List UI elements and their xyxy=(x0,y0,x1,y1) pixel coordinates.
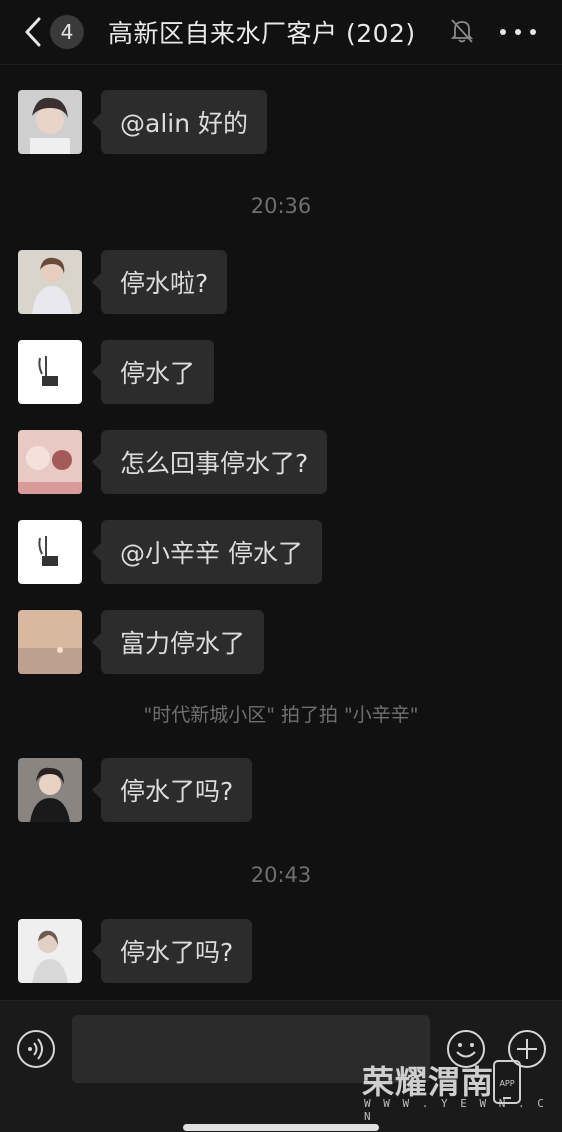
more-icon xyxy=(500,29,506,35)
back-chevron-icon xyxy=(18,12,48,52)
timestamp: 20:43 xyxy=(250,863,312,887)
back-button[interactable]: 4 xyxy=(18,12,88,52)
message-bubble[interactable]: 富力停水了 xyxy=(91,610,265,674)
message-bubble[interactable]: 怎么回事停水了? xyxy=(91,430,328,494)
timestamp: 20:36 xyxy=(250,194,312,218)
avatar[interactable] xyxy=(18,520,82,584)
avatar[interactable] xyxy=(18,610,82,674)
more-icon-dot xyxy=(515,29,521,35)
message-bubble[interactable]: @小辛辛 停水了 xyxy=(92,520,322,584)
message-bubble[interactable]: 停水了 xyxy=(91,340,215,404)
more-icon-dot xyxy=(530,29,536,35)
unread-count-badge: 4 xyxy=(50,15,84,49)
avatar[interactable] xyxy=(18,758,82,822)
voice-icon[interactable] xyxy=(16,1029,56,1073)
avatar[interactable] xyxy=(18,430,82,494)
message-bubble[interactable]: 停水啦? xyxy=(91,250,228,314)
home-indicator xyxy=(183,1124,379,1131)
app-label: APP xyxy=(499,1079,514,1088)
chat-title: 高新区自来水厂客户 (202) xyxy=(108,19,416,48)
message-bubble[interactable]: 停水了吗? xyxy=(91,919,253,983)
app-phone-icon: APP xyxy=(492,1059,522,1109)
system-notice: "时代新城小区" 拍了拍 "小辛辛" xyxy=(143,704,419,726)
more-button[interactable] xyxy=(500,18,536,46)
input-bar: 荣耀渭南 W W W . Y E W N . C N APP xyxy=(0,1000,562,1132)
avatar[interactable] xyxy=(18,250,82,314)
chat-header: 4 高新区自来水厂客户 (202) xyxy=(0,0,562,65)
avatar[interactable] xyxy=(18,90,82,154)
message-bubble[interactable]: 停水了吗? xyxy=(91,758,253,822)
mute-bell-icon xyxy=(450,18,474,48)
avatar[interactable] xyxy=(18,919,82,983)
avatar[interactable] xyxy=(18,340,82,404)
watermark-logo: 荣耀渭南 W W W . Y E W N . C N APP xyxy=(362,1057,562,1123)
watermark-url: W W W . Y E W N . C N xyxy=(364,1097,547,1123)
message-bubble[interactable]: @alin 好的 xyxy=(91,90,268,154)
